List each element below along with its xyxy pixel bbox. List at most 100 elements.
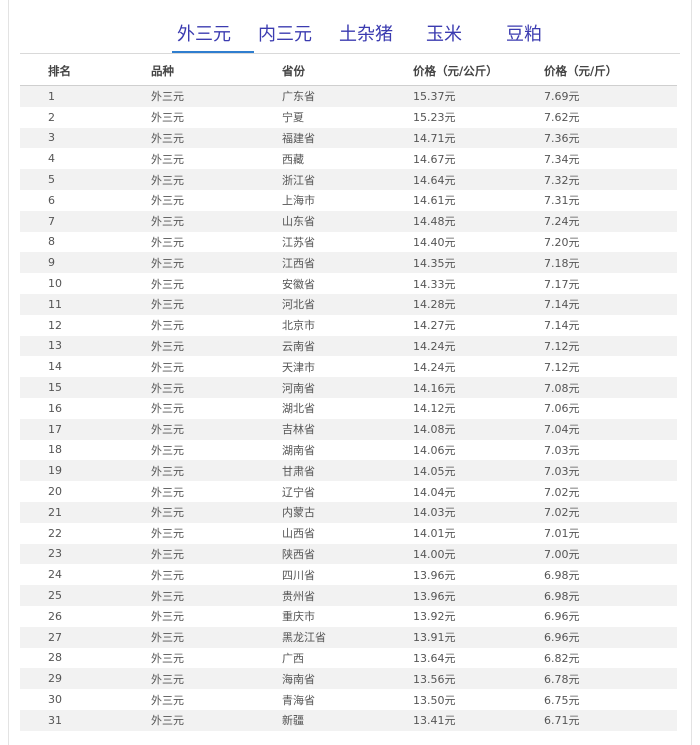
cell-breed: 外三元 — [151, 547, 184, 561]
cell-province: 四川省 — [282, 568, 315, 582]
cell-rank: 13 — [48, 339, 62, 353]
cell-province: 河北省 — [282, 298, 315, 312]
cell-breed: 外三元 — [151, 298, 184, 312]
cell-province: 广东省 — [282, 90, 315, 104]
cell-price-per-kg: 14.16元 — [413, 381, 456, 395]
cell-rank: 5 — [48, 173, 55, 187]
cell-price-per-kg: 14.27元 — [413, 319, 456, 333]
cell-rank: 18 — [48, 443, 62, 457]
cell-price-per-jin: 7.12元 — [544, 360, 580, 374]
cell-price-per-jin: 6.98元 — [544, 568, 580, 582]
table-row: 9 外三元 江西省 14.35元 7.18元 — [20, 252, 677, 274]
cell-rank: 16 — [48, 401, 62, 415]
cell-price-per-jin: 7.02元 — [544, 506, 580, 520]
cell-province: 内蒙古 — [282, 506, 315, 520]
cell-breed: 外三元 — [151, 651, 184, 665]
cell-province: 北京市 — [282, 319, 315, 333]
cell-price-per-jin: 6.82元 — [544, 651, 580, 665]
table-row: 13 外三元 云南省 14.24元 7.12元 — [20, 335, 677, 357]
cell-breed: 外三元 — [151, 256, 184, 270]
tab-tu-za-zhu[interactable]: 土杂猪 — [339, 20, 393, 46]
table-row: 3 外三元 福建省 14.71元 7.36元 — [20, 127, 677, 149]
cell-province: 新疆 — [282, 714, 304, 728]
cell-province: 吉林省 — [282, 423, 315, 437]
cell-price-per-kg: 13.91元 — [413, 631, 456, 645]
cell-breed: 外三元 — [151, 111, 184, 125]
tab-nei-san-yuan[interactable]: 内三元 — [258, 20, 312, 46]
header-price-per-kg: 价格（元/公斤） — [413, 57, 544, 86]
cell-rank: 9 — [48, 256, 55, 270]
cell-rank: 22 — [48, 526, 62, 540]
cell-breed: 外三元 — [151, 527, 184, 541]
cell-price-per-kg: 14.05元 — [413, 464, 456, 478]
table-row: 28 外三元 广西 13.64元 6.82元 — [20, 647, 677, 669]
cell-breed: 外三元 — [151, 464, 184, 478]
cell-breed: 外三元 — [151, 672, 184, 686]
cell-price-per-kg: 14.24元 — [413, 360, 456, 374]
cell-rank: 29 — [48, 672, 62, 686]
cell-price-per-jin: 7.17元 — [544, 277, 580, 291]
table-row: 19 外三元 甘肃省 14.05元 7.03元 — [20, 460, 677, 482]
cell-price-per-jin: 7.08元 — [544, 381, 580, 395]
cell-price-per-jin: 7.36元 — [544, 131, 580, 145]
cell-price-per-kg: 14.08元 — [413, 423, 456, 437]
cell-breed: 外三元 — [151, 215, 184, 229]
table-row: 6 外三元 上海市 14.61元 7.31元 — [20, 189, 677, 211]
cell-price-per-jin: 7.31元 — [544, 194, 580, 208]
cell-price-per-kg: 14.40元 — [413, 235, 456, 249]
cell-price-per-kg: 14.71元 — [413, 131, 456, 145]
cell-province: 青海省 — [282, 693, 315, 707]
header-price-per-jin: 价格（元/斤） — [544, 57, 677, 86]
cell-breed: 外三元 — [151, 360, 184, 374]
table-row: 10 外三元 安徽省 14.33元 7.17元 — [20, 273, 677, 294]
table-row: 4 外三元 西藏 14.67元 7.34元 — [20, 148, 677, 170]
cell-breed: 外三元 — [151, 423, 184, 437]
tab-wai-san-yuan[interactable]: 外三元 — [177, 20, 231, 46]
cell-price-per-jin: 7.02元 — [544, 485, 580, 499]
cell-price-per-jin: 7.03元 — [544, 443, 580, 457]
cell-breed: 外三元 — [151, 693, 184, 707]
cell-breed: 外三元 — [151, 402, 184, 416]
cell-price-per-jin: 7.14元 — [544, 298, 580, 312]
cell-price-per-kg: 13.41元 — [413, 714, 456, 728]
cell-price-per-kg: 15.37元 — [413, 90, 456, 104]
table-row: 20 外三元 辽宁省 14.04元 7.02元 — [20, 481, 677, 502]
cell-rank: 3 — [48, 131, 55, 145]
table-row: 27 外三元 黑龙江省 13.91元 6.96元 — [20, 626, 677, 648]
cell-province: 陕西省 — [282, 547, 315, 561]
cell-price-per-jin: 7.06元 — [544, 402, 580, 416]
cell-province: 宁夏 — [282, 111, 304, 125]
cell-price-per-jin: 7.62元 — [544, 111, 580, 125]
cell-province: 辽宁省 — [282, 485, 315, 499]
cell-price-per-jin: 7.18元 — [544, 256, 580, 270]
cell-price-per-jin: 7.34元 — [544, 152, 580, 166]
cell-breed: 外三元 — [151, 194, 184, 208]
table-row: 21 外三元 内蒙古 14.03元 7.02元 — [20, 501, 677, 523]
cell-rank: 23 — [48, 547, 62, 561]
cell-price-per-jin: 7.14元 — [544, 319, 580, 333]
cell-price-per-kg: 14.35元 — [413, 256, 456, 270]
cell-breed: 外三元 — [151, 235, 184, 249]
table-header-row: 排名 品种 省份 价格（元/公斤） 价格（元/斤） — [20, 57, 677, 86]
cell-price-per-jin: 6.71元 — [544, 714, 580, 728]
cell-price-per-jin: 7.20元 — [544, 235, 580, 249]
tab-bar: 外三元 内三元 土杂猪 玉米 豆粕 — [20, 12, 680, 54]
active-tab-indicator — [172, 51, 254, 53]
tab-dou-po[interactable]: 豆粕 — [506, 20, 542, 46]
header-province: 省份 — [282, 57, 413, 86]
cell-rank: 1 — [48, 89, 55, 103]
cell-price-per-jin: 7.32元 — [544, 173, 580, 187]
cell-price-per-kg: 14.64元 — [413, 173, 456, 187]
cell-rank: 12 — [48, 318, 62, 332]
cell-rank: 28 — [48, 651, 62, 665]
cell-province: 福建省 — [282, 131, 315, 145]
cell-rank: 25 — [48, 589, 62, 603]
cell-breed: 外三元 — [151, 631, 184, 645]
tab-yu-mi[interactable]: 玉米 — [426, 20, 462, 46]
table-row: 15 外三元 河南省 14.16元 7.08元 — [20, 377, 677, 398]
cell-breed: 外三元 — [151, 485, 184, 499]
cell-province: 黑龙江省 — [282, 631, 326, 645]
cell-price-per-kg: 14.06元 — [413, 443, 456, 457]
cell-rank: 8 — [48, 235, 55, 249]
table-row: 26 外三元 重庆市 13.92元 6.96元 — [20, 605, 677, 627]
